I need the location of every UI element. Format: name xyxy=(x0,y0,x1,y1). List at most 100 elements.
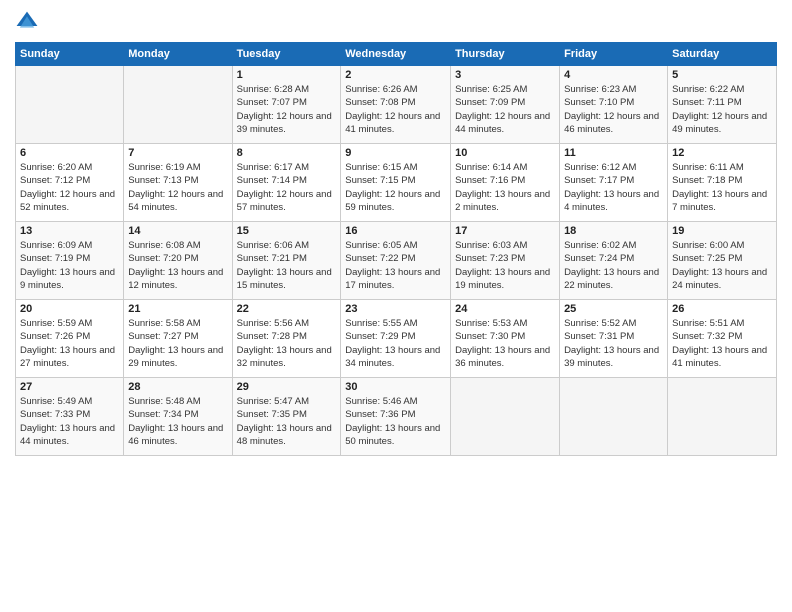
day-cell: 2Sunrise: 6:26 AMSunset: 7:08 PMDaylight… xyxy=(341,66,451,144)
day-header-sunday: Sunday xyxy=(16,43,124,66)
day-cell: 22 Sunrise: 5:56 AMSunset: 7:28 PMDayligh… xyxy=(232,300,341,378)
day-number: 12 xyxy=(672,147,772,159)
day-info: Sunrise: 6:15 AMSunset: 7:15 PMDaylight:… xyxy=(345,161,446,214)
days-header-row: SundayMondayTuesdayWednesdayThursdayFrid… xyxy=(16,43,777,66)
day-number: 23 xyxy=(345,303,446,315)
day-number: 20 xyxy=(20,303,119,315)
day-info: Sunrise: 5:58 AMSunset: 7:27 PMDaylight:… xyxy=(128,317,227,370)
day-number: 27 xyxy=(20,381,119,393)
day-info: Sunrise: 6:05 AMSunset: 7:22 PMDaylight:… xyxy=(345,239,446,292)
day-cell xyxy=(451,378,560,456)
day-info: Sunrise: 5:52 AMSunset: 7:31 PMDaylight:… xyxy=(564,317,663,370)
day-cell: 29 Sunrise: 5:47 AMSunset: 7:35 PMDayligh… xyxy=(232,378,341,456)
day-info: Sunrise: 6:25 AMSunset: 7:09 PMDaylight:… xyxy=(455,83,555,136)
day-info: Sunrise: 6:08 AMSunset: 7:20 PMDaylight:… xyxy=(128,239,227,292)
calendar-body: 1 Sunrise: 6:28 AMSunset: 7:07 PMDaylight… xyxy=(16,66,777,456)
day-header-saturday: Saturday xyxy=(668,43,777,66)
day-cell: 13 Sunrise: 6:09 AMSunset: 7:19 PMDayligh… xyxy=(16,222,124,300)
day-number: 3 xyxy=(455,69,555,81)
calendar: SundayMondayTuesdayWednesdayThursdayFrid… xyxy=(15,42,777,456)
day-info: Sunrise: 5:47 AMSunset: 7:35 PMDaylight:… xyxy=(237,395,337,448)
day-cell: 12 Sunrise: 6:11 AMSunset: 7:18 PMDayligh… xyxy=(668,144,777,222)
day-number: 29 xyxy=(237,381,337,393)
header xyxy=(15,10,777,34)
day-info: Sunrise: 5:49 AMSunset: 7:33 PMDaylight:… xyxy=(20,395,119,448)
day-info: Sunrise: 6:20 AMSunset: 7:12 PMDaylight:… xyxy=(20,161,119,214)
day-header-friday: Friday xyxy=(560,43,668,66)
day-number: 8 xyxy=(237,147,337,159)
day-number: 17 xyxy=(455,225,555,237)
day-cell: 6Sunrise: 6:20 AMSunset: 7:12 PMDaylight… xyxy=(16,144,124,222)
day-number: 18 xyxy=(564,225,663,237)
day-number: 11 xyxy=(564,147,663,159)
day-info: Sunrise: 6:14 AMSunset: 7:16 PMDaylight:… xyxy=(455,161,555,214)
day-info: Sunrise: 6:11 AMSunset: 7:18 PMDaylight:… xyxy=(672,161,772,214)
day-number: 10 xyxy=(455,147,555,159)
day-number: 24 xyxy=(455,303,555,315)
day-number: 5 xyxy=(672,69,772,81)
week-row-3: 13 Sunrise: 6:09 AMSunset: 7:19 PMDayligh… xyxy=(16,222,777,300)
day-info: Sunrise: 6:19 AMSunset: 7:13 PMDaylight:… xyxy=(128,161,227,214)
day-info: Sunrise: 5:55 AMSunset: 7:29 PMDaylight:… xyxy=(345,317,446,370)
day-cell: 8Sunrise: 6:17 AMSunset: 7:14 PMDaylight… xyxy=(232,144,341,222)
week-row-2: 6Sunrise: 6:20 AMSunset: 7:12 PMDaylight… xyxy=(16,144,777,222)
page: SundayMondayTuesdayWednesdayThursdayFrid… xyxy=(0,0,792,612)
day-number: 22 xyxy=(237,303,337,315)
day-number: 25 xyxy=(564,303,663,315)
day-number: 21 xyxy=(128,303,227,315)
day-info: Sunrise: 5:53 AMSunset: 7:30 PMDaylight:… xyxy=(455,317,555,370)
day-cell: 14 Sunrise: 6:08 AMSunset: 7:20 PMDayligh… xyxy=(124,222,232,300)
day-cell: 11 Sunrise: 6:12 AMSunset: 7:17 PMDayligh… xyxy=(560,144,668,222)
day-number: 14 xyxy=(128,225,227,237)
day-info: Sunrise: 6:09 AMSunset: 7:19 PMDaylight:… xyxy=(20,239,119,292)
day-info: Sunrise: 6:12 AMSunset: 7:17 PMDaylight:… xyxy=(564,161,663,214)
day-info: Sunrise: 6:03 AMSunset: 7:23 PMDaylight:… xyxy=(455,239,555,292)
day-header-monday: Monday xyxy=(124,43,232,66)
day-header-tuesday: Tuesday xyxy=(232,43,341,66)
day-number: 4 xyxy=(564,69,663,81)
day-info: Sunrise: 5:56 AMSunset: 7:28 PMDaylight:… xyxy=(237,317,337,370)
day-info: Sunrise: 6:06 AMSunset: 7:21 PMDaylight:… xyxy=(237,239,337,292)
day-cell: 5Sunrise: 6:22 AMSunset: 7:11 PMDaylight… xyxy=(668,66,777,144)
day-cell: 17 Sunrise: 6:03 AMSunset: 7:23 PMDayligh… xyxy=(451,222,560,300)
logo-icon xyxy=(15,10,39,34)
day-cell: 18 Sunrise: 6:02 AMSunset: 7:24 PMDayligh… xyxy=(560,222,668,300)
day-cell: 10 Sunrise: 6:14 AMSunset: 7:16 PMDayligh… xyxy=(451,144,560,222)
day-number: 13 xyxy=(20,225,119,237)
day-cell: 24 Sunrise: 5:53 AMSunset: 7:30 PMDayligh… xyxy=(451,300,560,378)
day-cell: 19Sunrise: 6:00 AMSunset: 7:25 PMDayligh… xyxy=(668,222,777,300)
day-info: Sunrise: 6:23 AMSunset: 7:10 PMDaylight:… xyxy=(564,83,663,136)
day-cell: 27 Sunrise: 5:49 AMSunset: 7:33 PMDayligh… xyxy=(16,378,124,456)
day-cell: 30Sunrise: 5:46 AMSunset: 7:36 PMDayligh… xyxy=(341,378,451,456)
week-row-5: 27 Sunrise: 5:49 AMSunset: 7:33 PMDayligh… xyxy=(16,378,777,456)
day-cell: 4 Sunrise: 6:23 AMSunset: 7:10 PMDaylight… xyxy=(560,66,668,144)
day-info: Sunrise: 6:00 AMSunset: 7:25 PMDaylight:… xyxy=(672,239,772,292)
day-cell: 9 Sunrise: 6:15 AMSunset: 7:15 PMDaylight… xyxy=(341,144,451,222)
day-cell: 16Sunrise: 6:05 AMSunset: 7:22 PMDayligh… xyxy=(341,222,451,300)
day-cell: 1 Sunrise: 6:28 AMSunset: 7:07 PMDaylight… xyxy=(232,66,341,144)
day-number: 9 xyxy=(345,147,446,159)
day-cell xyxy=(16,66,124,144)
day-cell xyxy=(560,378,668,456)
day-number: 1 xyxy=(237,69,337,81)
day-info: Sunrise: 5:59 AMSunset: 7:26 PMDaylight:… xyxy=(20,317,119,370)
week-row-1: 1 Sunrise: 6:28 AMSunset: 7:07 PMDaylight… xyxy=(16,66,777,144)
day-cell: 23 Sunrise: 5:55 AMSunset: 7:29 PMDayligh… xyxy=(341,300,451,378)
day-info: Sunrise: 5:48 AMSunset: 7:34 PMDaylight:… xyxy=(128,395,227,448)
day-info: Sunrise: 6:28 AMSunset: 7:07 PMDaylight:… xyxy=(237,83,337,136)
day-cell: 15 Sunrise: 6:06 AMSunset: 7:21 PMDayligh… xyxy=(232,222,341,300)
day-cell xyxy=(124,66,232,144)
day-cell: 28 Sunrise: 5:48 AMSunset: 7:34 PMDayligh… xyxy=(124,378,232,456)
week-row-4: 20 Sunrise: 5:59 AMSunset: 7:26 PMDayligh… xyxy=(16,300,777,378)
day-number: 15 xyxy=(237,225,337,237)
day-header-thursday: Thursday xyxy=(451,43,560,66)
day-cell: 21 Sunrise: 5:58 AMSunset: 7:27 PMDayligh… xyxy=(124,300,232,378)
day-cell xyxy=(668,378,777,456)
day-header-wednesday: Wednesday xyxy=(341,43,451,66)
day-number: 30 xyxy=(345,381,446,393)
day-info: Sunrise: 6:02 AMSunset: 7:24 PMDaylight:… xyxy=(564,239,663,292)
day-cell: 3 Sunrise: 6:25 AMSunset: 7:09 PMDaylight… xyxy=(451,66,560,144)
calendar-header: SundayMondayTuesdayWednesdayThursdayFrid… xyxy=(16,43,777,66)
day-number: 28 xyxy=(128,381,227,393)
day-info: Sunrise: 6:26 AMSunset: 7:08 PMDaylight:… xyxy=(345,83,446,136)
